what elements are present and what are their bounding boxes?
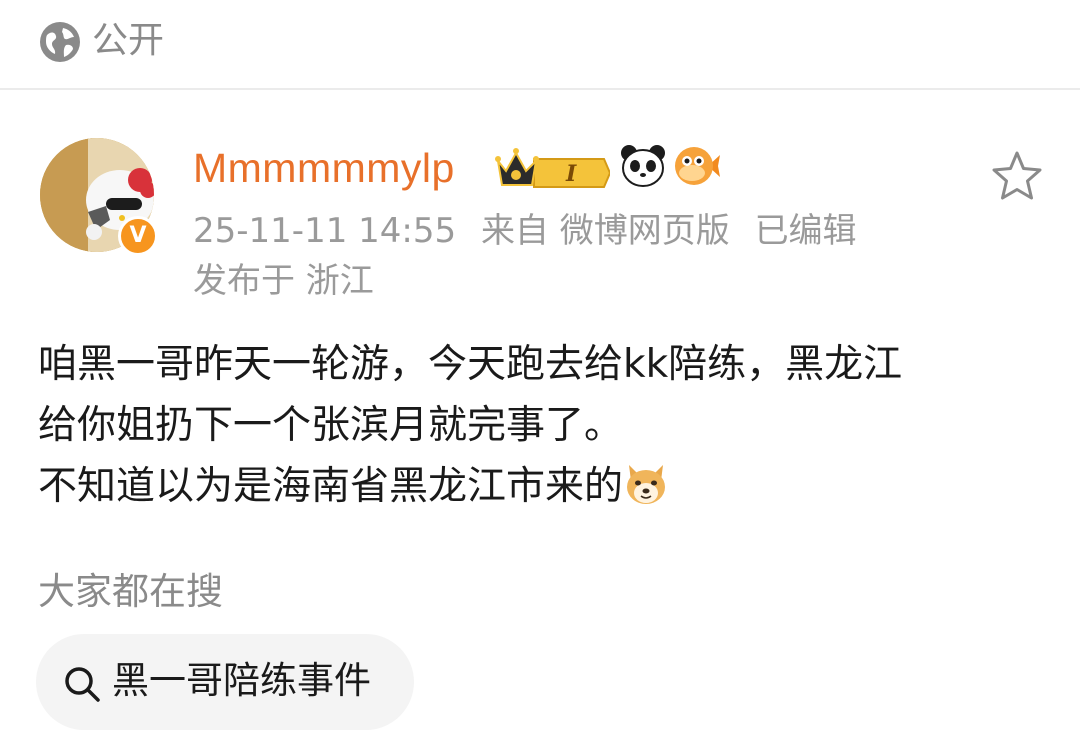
search-icon bbox=[65, 667, 100, 702]
doge-emoji-icon bbox=[627, 465, 666, 504]
content-line: 不知道以为是海南省黑龙江市来的 bbox=[38, 464, 624, 509]
post-source: 来自 微博网页版 bbox=[480, 211, 730, 251]
author-name[interactable]: Mmmmmmylp bbox=[193, 142, 455, 194]
hot-search-title: 大家都在搜 bbox=[38, 570, 223, 613]
panda-icon[interactable] bbox=[620, 143, 666, 189]
post-content: 咱黑一哥昨天一轮游，今天跑去给kk陪练，黑龙江 给你姐扔下一个张滨月就完事了。 … bbox=[38, 334, 1048, 517]
post-meta: 25-11-11 14:55 来自 微博网页版 已编辑 bbox=[193, 208, 871, 254]
favorite-star-icon[interactable] bbox=[990, 150, 1044, 202]
hot-search-chip[interactable]: 黑一哥陪练事件 bbox=[36, 634, 414, 730]
verified-badge: V bbox=[118, 216, 158, 256]
globe-icon bbox=[40, 22, 80, 62]
content-line: 咱黑一哥昨天一轮游，今天跑去给kk陪练，黑龙江 bbox=[38, 342, 903, 387]
visibility-label: 公开 bbox=[92, 20, 165, 61]
content-line-with-emoji: 不知道以为是海南省黑龙江市来的 bbox=[38, 456, 1048, 517]
post-location: 发布于 浙江 bbox=[193, 261, 374, 301]
level-label: I bbox=[565, 161, 577, 187]
puffer-fish-icon[interactable] bbox=[674, 143, 720, 189]
crown-level-badge[interactable]: I bbox=[494, 145, 610, 189]
visibility-bar: 公开 bbox=[0, 0, 1080, 90]
edited-label[interactable]: 已编辑 bbox=[755, 211, 857, 251]
hot-search-query: 黑一哥陪练事件 bbox=[112, 659, 371, 702]
content-line: 给你姐扔下一个张滨月就完事了。 bbox=[38, 403, 624, 448]
post-time: 25-11-11 14:55 bbox=[193, 211, 457, 251]
